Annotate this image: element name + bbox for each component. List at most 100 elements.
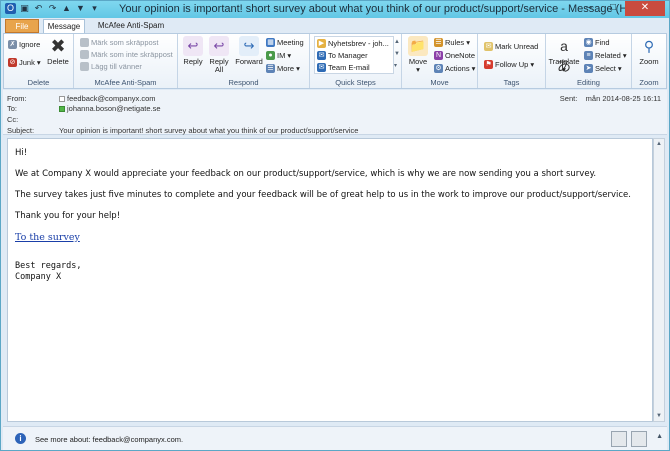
ribbon: ✗ Ignore ⊘ Junk ▾ ✖ Delete Delete Märk s… (3, 33, 667, 89)
move-group: 📁 Move ▾ ☰ Rules ▾ N OneNote ⚙ Actions ▾… (402, 34, 478, 88)
quick-step-team-email[interactable]: ✉ Team E-mail (317, 63, 370, 72)
related-icon: ≡ (584, 51, 593, 60)
outlook-logo-icon: O (5, 3, 16, 14)
expand-people-pane-icon[interactable]: ▲ (656, 433, 663, 440)
chevron-down-icon: ▾ (287, 51, 292, 60)
mail-forward-icon: ✉ (317, 51, 326, 60)
rules-icon: ☰ (434, 38, 443, 47)
people-pane: i See more about: feedback@companyx.com.… (3, 426, 667, 450)
actions-button[interactable]: ⚙ Actions ▾ (434, 64, 475, 73)
quick-step-newsletter[interactable]: ▶ Nyhetsbrev - joh... (317, 39, 389, 48)
flag-icon: ⚑ (484, 60, 493, 69)
sent-info: Sent: mån 2014-08-25 16:11 (559, 94, 661, 103)
chevron-down-icon: ▾ (36, 58, 41, 67)
subject-label: Subject: (7, 126, 35, 135)
related-button[interactable]: ≡ Related ▾ (584, 51, 627, 60)
select-button[interactable]: ➤ Select ▾ (584, 64, 622, 73)
avatar[interactable] (611, 431, 627, 447)
quick-step-to-manager[interactable]: ✉ To Manager (317, 51, 368, 60)
ribbon-tabs: File Message McAfee Anti-Spam (1, 18, 669, 33)
envelope-icon: ✉ (484, 42, 493, 51)
reply-all-button[interactable]: ↩ Reply All (206, 36, 232, 74)
spam-icon (80, 38, 89, 47)
translate-icon: aあ (557, 38, 571, 74)
more-button[interactable]: ☰ More ▾ (266, 64, 300, 73)
onenote-button[interactable]: N OneNote (434, 51, 475, 60)
minimize-button[interactable]: – (577, 1, 601, 16)
delete-group: ✗ Ignore ⊘ Junk ▾ ✖ Delete Delete (4, 34, 74, 88)
title-bar: O ▣ ↶ ↷ ▲ ▼ ▾ Your opinion is important!… (1, 1, 669, 18)
outlook-message-window: O ▣ ↶ ↷ ▲ ▼ ▾ Your opinion is important!… (0, 0, 670, 451)
scroll-down-icon[interactable]: ▼ (654, 411, 664, 421)
chevron-down-icon: ▾ (617, 64, 622, 73)
not-spam-icon (80, 50, 89, 59)
subject-value: Your opinion is important! short survey … (59, 126, 359, 135)
redo-icon[interactable]: ↷ (47, 3, 58, 14)
to-label: To: (7, 104, 18, 113)
maximize-button[interactable]: □ (601, 1, 625, 16)
chevron-down-icon: ▾ (530, 60, 535, 69)
im-icon: ● (266, 51, 275, 60)
junk-icon: ⊘ (8, 58, 17, 67)
chevron-down-icon: ▾ (466, 38, 470, 47)
binoculars-icon: ◉ (584, 38, 593, 47)
ignore-button[interactable]: ✗ Ignore (8, 40, 40, 49)
message-body[interactable]: Hi! We at Company X would appreciate you… (7, 138, 653, 422)
move-button[interactable]: 📁 Move ▾ (404, 36, 432, 74)
forward-button[interactable]: ↪ Forward (233, 36, 265, 66)
avatar[interactable] (631, 431, 647, 447)
mark-not-spam-button[interactable]: Märk som inte skräppost (80, 50, 173, 59)
survey-link[interactable]: To the survey (15, 232, 80, 243)
chevron-down-icon: ▾ (471, 64, 476, 73)
meeting-button[interactable]: ▦ Meeting (266, 38, 304, 47)
see-more-text[interactable]: See more about: feedback@companyx.com. (35, 435, 183, 444)
window-title: Your opinion is important! short survey … (119, 3, 653, 15)
add-friends-button[interactable]: Lägg till vänner (80, 62, 142, 71)
translate-button[interactable]: aあ Translate ▾ (546, 36, 582, 74)
from-value[interactable]: feedback@companyx.com (59, 94, 156, 103)
mark-spam-button[interactable]: Märk som skräppost (80, 38, 159, 47)
info-icon: i (15, 433, 26, 444)
gallery-scroll[interactable]: ▲ ▼ ▾ (394, 36, 400, 72)
ignore-icon: ✗ (8, 40, 17, 49)
folder-icon: ▶ (317, 39, 326, 48)
rules-button[interactable]: ☰ Rules ▾ (434, 38, 470, 47)
im-button[interactable]: ● IM ▾ (266, 51, 291, 60)
editing-group: aあ Translate ▾ ◉ Find ≡ Related ▾ ➤ Sele… (546, 34, 632, 88)
paragraph-3: Thank you for your help! (15, 211, 121, 221)
zoom-button[interactable]: ⚲ Zoom (634, 36, 664, 66)
chevron-down-icon: ▾ (416, 65, 420, 74)
paragraph-2: The survey takes just five minutes to co… (15, 190, 631, 200)
more-icon: ☰ (266, 64, 275, 73)
zoom-group: ⚲ Zoom Zoom (632, 34, 666, 88)
customize-qat-icon[interactable]: ▾ (89, 3, 100, 14)
tags-group: ✉ Mark Unread ⚑ Follow Up ▾ Tags (478, 34, 546, 88)
tab-mcafee[interactable]: McAfee Anti-Spam (91, 19, 171, 33)
to-value[interactable]: johanna.boson@netigate.se (59, 104, 161, 113)
quick-steps-gallery: ▶ Nyhetsbrev - joh... ✉ To Manager ✉ Tea… (314, 36, 394, 74)
junk-button[interactable]: ⊘ Junk ▾ (8, 58, 41, 67)
undo-icon[interactable]: ↶ (33, 3, 44, 14)
body-scrollbar[interactable]: ▲ ▼ (653, 138, 665, 422)
presence-online-icon (59, 105, 65, 112)
cc-label: Cc: (7, 115, 19, 124)
window-controls: – □ ✕ (577, 1, 665, 16)
follow-up-button[interactable]: ⚑ Follow Up ▾ (484, 60, 534, 69)
up-arrow-icon[interactable]: ▲ (61, 3, 72, 14)
paragraph-1: We at Company X would appreciate your fe… (15, 169, 597, 179)
mail-icon: ✉ (317, 63, 326, 72)
scroll-up-icon[interactable]: ▲ (654, 139, 664, 149)
delete-button[interactable]: ✖ Delete (44, 36, 72, 66)
save-icon[interactable]: ▣ (19, 3, 30, 14)
reply-icon: ↩ (183, 36, 203, 56)
chevron-down-icon: ▾ (296, 64, 300, 73)
chevron-down-icon: ▾ (562, 65, 566, 74)
close-button[interactable]: ✕ (625, 1, 665, 16)
find-button[interactable]: ◉ Find (584, 38, 610, 47)
mark-unread-button[interactable]: ✉ Mark Unread (484, 42, 538, 51)
reply-button[interactable]: ↩ Reply (180, 36, 206, 66)
tab-file[interactable]: File (5, 19, 39, 33)
tab-message[interactable]: Message (43, 19, 85, 33)
reply-all-icon: ↩ (209, 36, 229, 56)
down-arrow-icon[interactable]: ▼ (75, 3, 86, 14)
